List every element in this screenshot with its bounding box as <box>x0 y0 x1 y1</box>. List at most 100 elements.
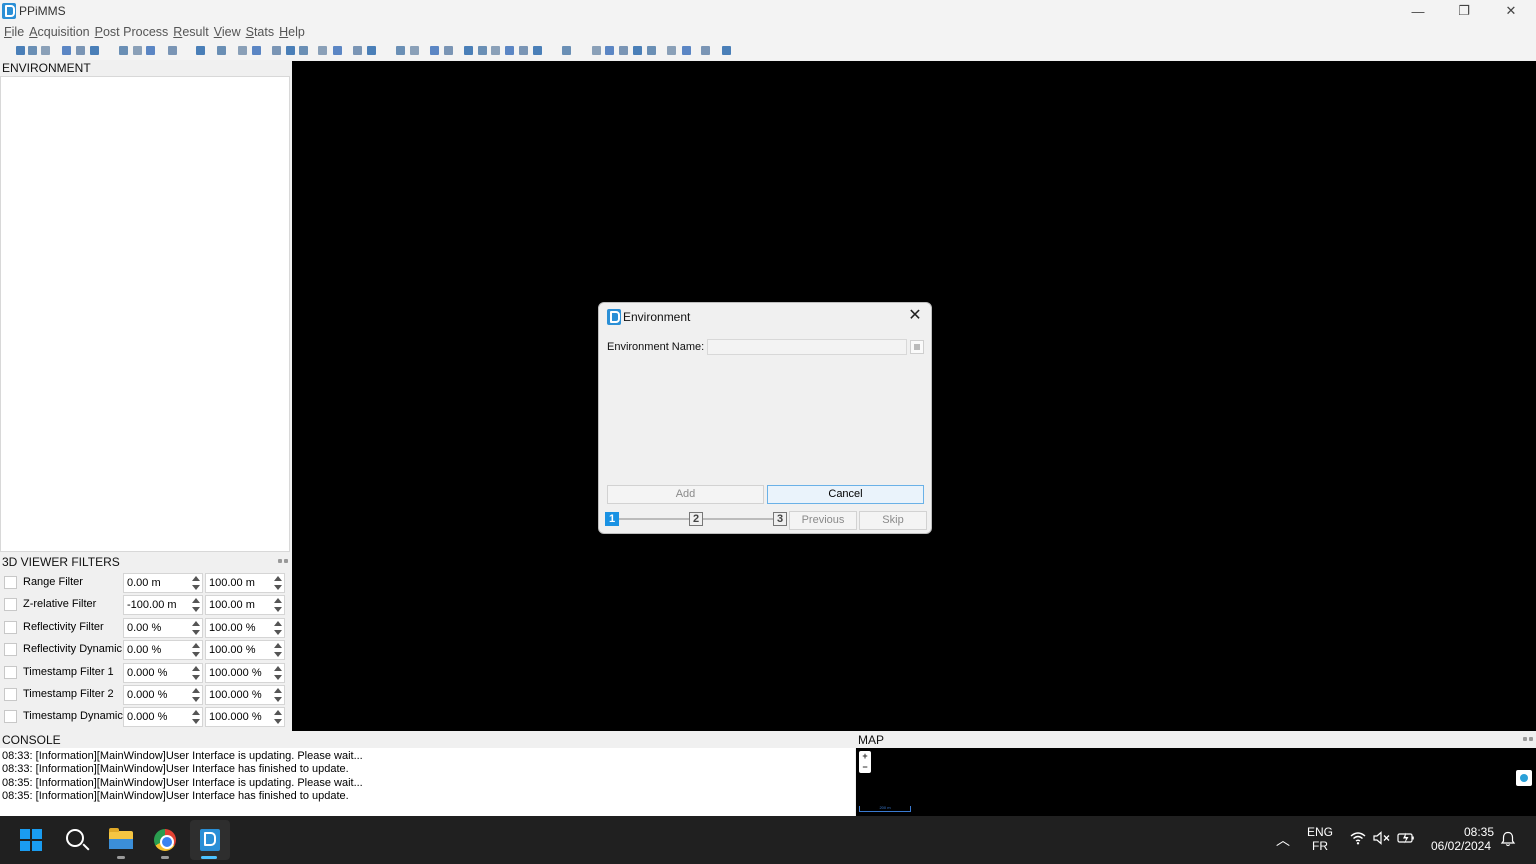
toolbar-tool-icon[interactable] <box>592 46 601 55</box>
toolbar-tool-icon[interactable] <box>647 46 656 55</box>
toolbar-tool-icon[interactable] <box>76 46 85 55</box>
menu-view[interactable]: View <box>214 22 241 42</box>
add-button[interactable]: Add <box>607 485 764 504</box>
map-zoom-out-button[interactable]: − <box>859 762 871 773</box>
spin-arrows-icon[interactable] <box>191 665 201 681</box>
chrome-icon[interactable] <box>154 829 176 851</box>
z-relative-filter-checkbox[interactable] <box>4 598 17 611</box>
toolbar-tool-icon[interactable] <box>286 46 295 55</box>
spin-arrows-icon[interactable] <box>191 597 201 613</box>
toolbar-tool-icon[interactable] <box>605 46 614 55</box>
environment-tree[interactable] <box>0 76 290 552</box>
toolbar-tool-icon[interactable] <box>238 46 247 55</box>
spin-arrows-icon[interactable] <box>273 642 283 658</box>
spin-arrows-icon[interactable] <box>273 597 283 613</box>
spin-arrows-icon[interactable] <box>191 687 201 703</box>
toolbar-tool-icon[interactable] <box>701 46 710 55</box>
toolbar-tool-icon[interactable] <box>410 46 419 55</box>
toolbar-tool-icon[interactable] <box>16 46 25 55</box>
close-button[interactable]: ✕ <box>1488 0 1534 22</box>
toolbar-tool-icon[interactable] <box>505 46 514 55</box>
timestamp-filter-1-max[interactable]: 100.000 % <box>205 663 285 683</box>
toolbar-tool-icon[interactable] <box>722 46 731 55</box>
spin-arrows-icon[interactable] <box>273 575 283 591</box>
spin-arrows-icon[interactable] <box>273 620 283 636</box>
taskbar-app-ppimms[interactable] <box>190 820 230 860</box>
timestamp-dynamic-min[interactable]: 0.000 % <box>123 707 203 727</box>
toolbar-tool-icon[interactable] <box>168 46 177 55</box>
spin-arrows-icon[interactable] <box>273 665 283 681</box>
toolbar-tool-icon[interactable] <box>318 46 327 55</box>
toolbar-tool-icon[interactable] <box>333 46 342 55</box>
range-filter-checkbox[interactable] <box>4 576 17 589</box>
spin-arrows-icon[interactable] <box>191 642 201 658</box>
reflectivity-dynamic-max[interactable]: 100.00 % <box>205 640 285 660</box>
timestamp-dynamic-max[interactable]: 100.000 % <box>205 707 285 727</box>
toolbar-tool-icon[interactable] <box>619 46 628 55</box>
skip-button[interactable]: Skip <box>859 511 927 530</box>
chevron-up-icon[interactable]: ︿ <box>1276 830 1290 850</box>
cancel-button[interactable]: Cancel <box>767 485 924 504</box>
toolbar-tool-icon[interactable] <box>430 46 439 55</box>
volume-muted-icon[interactable] <box>1373 831 1391 848</box>
locate-icon[interactable] <box>1516 770 1532 786</box>
dock-options-icon[interactable] <box>278 559 288 564</box>
battery-icon[interactable] <box>1397 831 1415 848</box>
file-explorer-icon[interactable] <box>109 828 133 849</box>
menu-post-process[interactable]: Post Process <box>95 22 169 42</box>
spin-arrows-icon[interactable] <box>273 687 283 703</box>
toolbar-tool-icon[interactable] <box>367 46 376 55</box>
range-filter-max[interactable]: 100.00 m <box>205 573 285 593</box>
spin-arrows-icon[interactable] <box>273 709 283 725</box>
map-view[interactable]: + − 200 m <box>856 748 1536 816</box>
spin-arrows-icon[interactable] <box>191 575 201 591</box>
menu-stats[interactable]: Stats <box>246 22 275 42</box>
windows-start-icon[interactable] <box>20 829 42 851</box>
timestamp-filter-2-min[interactable]: 0.000 % <box>123 685 203 705</box>
toolbar-tool-icon[interactable] <box>252 46 261 55</box>
toolbar-tool-icon[interactable] <box>62 46 71 55</box>
minimize-button[interactable]: — <box>1395 0 1441 22</box>
menu-file[interactable]: File <box>4 22 24 42</box>
toolbar-tool-icon[interactable] <box>90 46 99 55</box>
toolbar-tool-icon[interactable] <box>353 46 362 55</box>
toolbar-tool-icon[interactable] <box>633 46 642 55</box>
notifications-bell-icon[interactable] <box>1500 831 1516 850</box>
timestamp-filter-1-checkbox[interactable] <box>4 666 17 679</box>
z-relative-filter-min[interactable]: -100.00 m <box>123 595 203 615</box>
spin-arrows-icon[interactable] <box>191 709 201 725</box>
map-zoom-in-button[interactable]: + <box>859 751 871 762</box>
language-indicator[interactable]: ENG FR <box>1304 825 1336 853</box>
reflectivity-filter-checkbox[interactable] <box>4 621 17 634</box>
toolbar-tool-icon[interactable] <box>519 46 528 55</box>
reflectivity-dynamic-min[interactable]: 0.00 % <box>123 640 203 660</box>
wifi-icon[interactable] <box>1350 831 1366 848</box>
dock-options-icon[interactable] <box>1523 737 1533 742</box>
environment-name-input[interactable] <box>707 339 907 355</box>
timestamp-filter-2-max[interactable]: 100.000 % <box>205 685 285 705</box>
toolbar-tool-icon[interactable] <box>464 46 473 55</box>
toolbar-tool-icon[interactable] <box>299 46 308 55</box>
timestamp-filter-1-min[interactable]: 0.000 % <box>123 663 203 683</box>
toolbar-tool-icon[interactable] <box>196 46 205 55</box>
previous-button[interactable]: Previous <box>789 511 857 530</box>
toolbar-tool-icon[interactable] <box>41 46 50 55</box>
reflectivity-dynamic-checkbox[interactable] <box>4 643 17 656</box>
menu-acquisition[interactable]: Acquisition <box>29 22 89 42</box>
toolbar-tool-icon[interactable] <box>133 46 142 55</box>
toolbar-tool-icon[interactable] <box>146 46 155 55</box>
toolbar-tool-icon[interactable] <box>217 46 226 55</box>
toolbar-tool-icon[interactable] <box>478 46 487 55</box>
timestamp-filter-2-checkbox[interactable] <box>4 688 17 701</box>
timestamp-dynamic-checkbox[interactable] <box>4 710 17 723</box>
range-filter-min[interactable]: 0.00 m <box>123 573 203 593</box>
toolbar-tool-icon[interactable] <box>272 46 281 55</box>
toolbar-tool-icon[interactable] <box>667 46 676 55</box>
toolbar-tool-icon[interactable] <box>491 46 500 55</box>
reflectivity-filter-min[interactable]: 0.00 % <box>123 618 203 638</box>
menu-help[interactable]: Help <box>279 22 305 42</box>
toolbar-tool-icon[interactable] <box>28 46 37 55</box>
toolbar-tool-icon[interactable] <box>396 46 405 55</box>
dialog-close-button[interactable]: ✕ <box>906 307 924 325</box>
reflectivity-filter-max[interactable]: 100.00 % <box>205 618 285 638</box>
